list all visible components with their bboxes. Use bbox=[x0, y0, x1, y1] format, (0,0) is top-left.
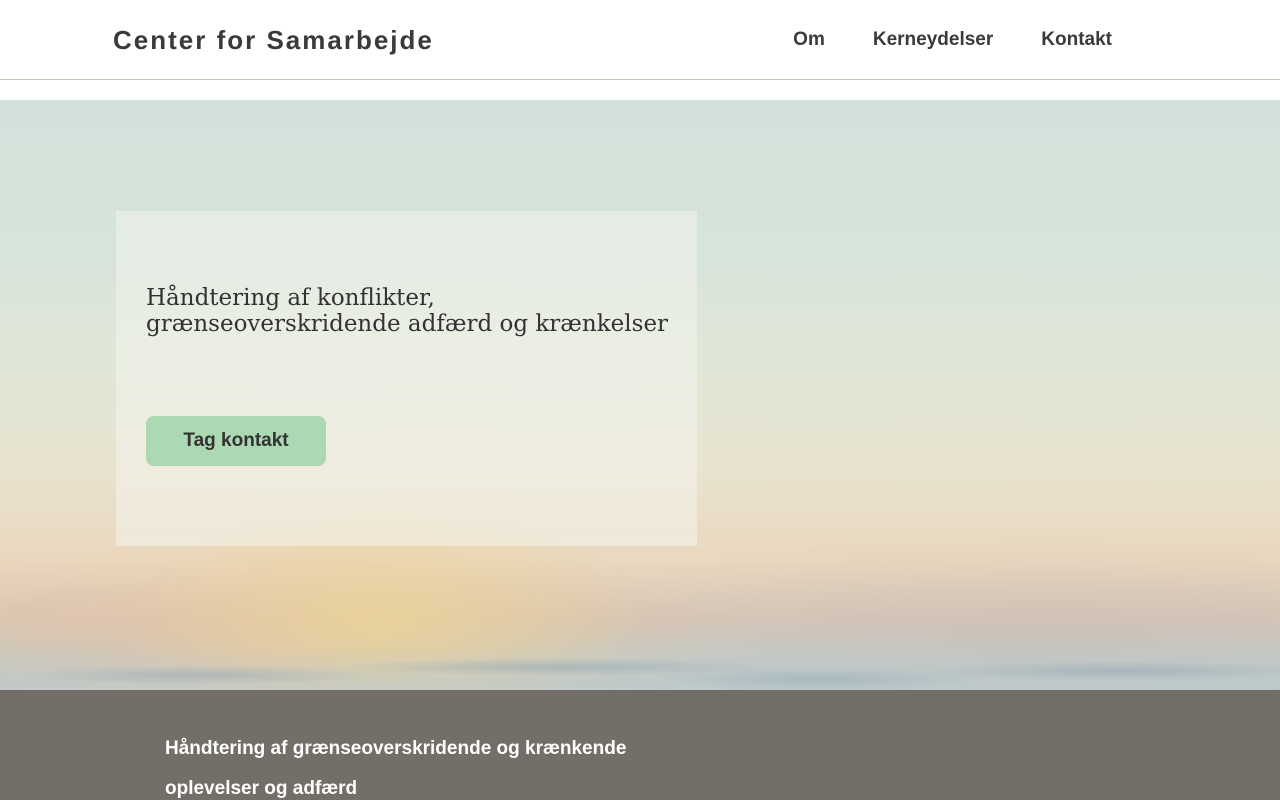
hero-section: Håndtering af konflikter, grænseoverskri… bbox=[0, 100, 1280, 690]
hero-heading: Håndtering af konflikter, grænseoverskri… bbox=[146, 285, 669, 337]
contact-button[interactable]: Tag kontakt bbox=[146, 416, 326, 466]
site-header: Center for Samarbejde Om Kerneydelser Ko… bbox=[0, 0, 1280, 80]
hero-background-image bbox=[0, 645, 1280, 690]
hero-card: Håndtering af konflikter, grænseoverskri… bbox=[116, 211, 697, 546]
intro-section: Håndtering af grænseoverskridende og kræ… bbox=[0, 690, 1280, 800]
nav-item-kerneydelser[interactable]: Kerneydelser bbox=[873, 28, 993, 52]
intro-text: Håndtering af grænseoverskridende og kræ… bbox=[165, 738, 627, 799]
main-nav: Om Kerneydelser Kontakt bbox=[793, 28, 1112, 52]
nav-item-om[interactable]: Om bbox=[793, 28, 825, 52]
nav-item-kontakt[interactable]: Kontakt bbox=[1041, 28, 1112, 52]
site-title-link[interactable]: Center for Samarbejde bbox=[113, 24, 434, 56]
